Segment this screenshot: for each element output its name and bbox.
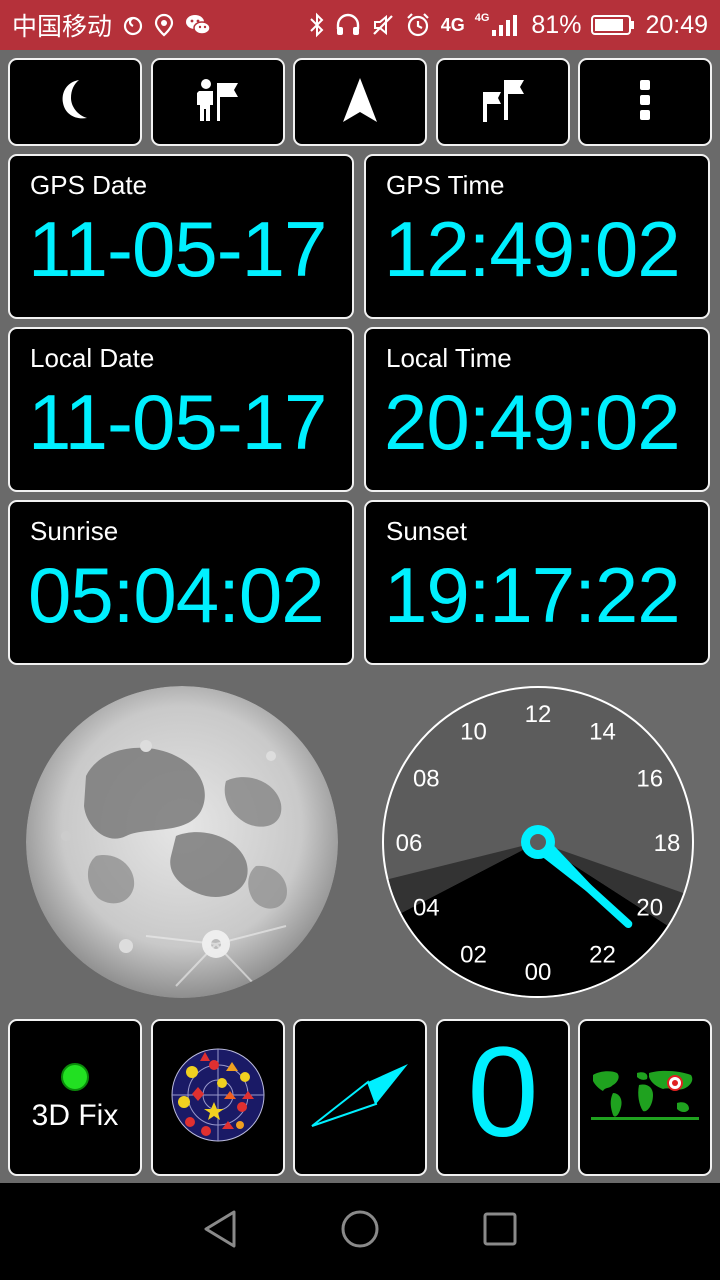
gps-fix-tile[interactable]: 3D Fix [8, 1019, 142, 1176]
signal-icon: 4G [475, 13, 522, 37]
satellite-radar-tile[interactable] [151, 1019, 285, 1176]
fix-status-label: 3D Fix [31, 1099, 119, 1132]
hiker-button[interactable] [151, 58, 285, 146]
gps-time-panel[interactable]: GPS Time 12:49:02 [364, 154, 710, 319]
network-small-label: 4G [474, 12, 490, 24]
fix-status-dot [61, 1063, 89, 1091]
world-map-icon [587, 1065, 703, 1130]
gps-date-panel[interactable]: GPS Date 11-05-17 [8, 154, 354, 319]
gps-date-label: GPS Date [30, 170, 148, 200]
carrier-label: 中国移动 [12, 13, 113, 41]
home-icon [340, 1209, 380, 1254]
navigation-arrow-icon [341, 76, 379, 129]
satellite-count-tile[interactable]: 0 [436, 1019, 570, 1176]
compass-tile[interactable] [293, 1019, 427, 1176]
clock-hour-label: 14 [589, 718, 616, 745]
flags-icon [480, 78, 526, 127]
clock-hour-label: 16 [636, 766, 663, 793]
clock-hour-label: 20 [636, 895, 663, 922]
satellite-count-value: 0 [467, 1021, 539, 1164]
world-map-tile[interactable] [578, 1019, 712, 1176]
sun-clock-24h[interactable]: 00 02 04 06 08 10 12 14 16 18 20 22 [381, 685, 695, 999]
navigation-bar [0, 1183, 720, 1280]
local-time-value: 20:49:02 [384, 378, 681, 466]
sunset-value: 19:17:22 [384, 551, 681, 639]
hiker-icon [194, 77, 242, 128]
back-button[interactable] [185, 1197, 255, 1267]
local-time-panel[interactable]: Local Time 20:49:02 [364, 327, 710, 492]
sunset-panel[interactable]: Sunset 19:17:22 [364, 500, 710, 665]
more-vertical-icon [638, 78, 652, 127]
gps-time-label: GPS Time [386, 170, 505, 200]
battery-percent: 81% [531, 10, 582, 39]
mute-icon [371, 13, 395, 37]
recents-button[interactable] [465, 1197, 535, 1267]
waypoints-button[interactable] [436, 58, 570, 146]
bluetooth-icon [309, 12, 325, 38]
gps-time-value: 12:49:02 [384, 205, 681, 293]
battery-icon [591, 13, 635, 37]
clock-hour-label: 12 [525, 701, 552, 728]
clock-hour-label: 02 [460, 942, 487, 969]
local-date-label: Local Date [30, 343, 155, 373]
network-type: 4G [440, 15, 465, 35]
clock-hour-label: 00 [525, 959, 552, 986]
back-icon [202, 1209, 238, 1254]
satellite-radar-icon [170, 1047, 266, 1148]
sunrise-panel[interactable]: Sunrise 05:04:02 [8, 500, 354, 665]
compass-needle-icon [308, 1060, 412, 1135]
navigation-button[interactable] [293, 58, 427, 146]
home-button[interactable] [325, 1197, 395, 1267]
moon-phase-image[interactable] [26, 686, 338, 998]
local-time-label: Local Time [386, 343, 512, 373]
clock-hour-label: 08 [413, 766, 440, 793]
recents-icon [482, 1211, 518, 1252]
clock-hour-label: 04 [413, 895, 440, 922]
sunrise-label: Sunrise [30, 516, 119, 546]
sunset-label: Sunset [386, 516, 467, 546]
wechat-icon [184, 13, 212, 37]
headphones-icon [335, 13, 361, 37]
moon-icon [55, 78, 95, 127]
local-date-panel[interactable]: Local Date 11-05-17 [8, 327, 354, 492]
clock-hub-center [530, 834, 546, 850]
sunrise-value: 05:04:02 [28, 551, 325, 639]
gps-date-value: 11-05-17 [28, 205, 327, 293]
clock-hour-label: 22 [589, 942, 616, 969]
more-options-button[interactable] [578, 58, 712, 146]
moon-button[interactable] [8, 58, 142, 146]
local-date-value: 11-05-17 [28, 378, 327, 466]
location-icon [154, 13, 174, 37]
status-bar: 中国移动 4G 4G 81% 20:49 [0, 0, 720, 50]
clock-hour-label: 10 [460, 718, 487, 745]
clock-hour-label: 18 [654, 830, 681, 857]
clock-hour-label: 06 [396, 830, 423, 857]
shield-icon [122, 14, 144, 36]
clock-time: 20:49 [645, 10, 708, 39]
alarm-icon [405, 12, 431, 38]
